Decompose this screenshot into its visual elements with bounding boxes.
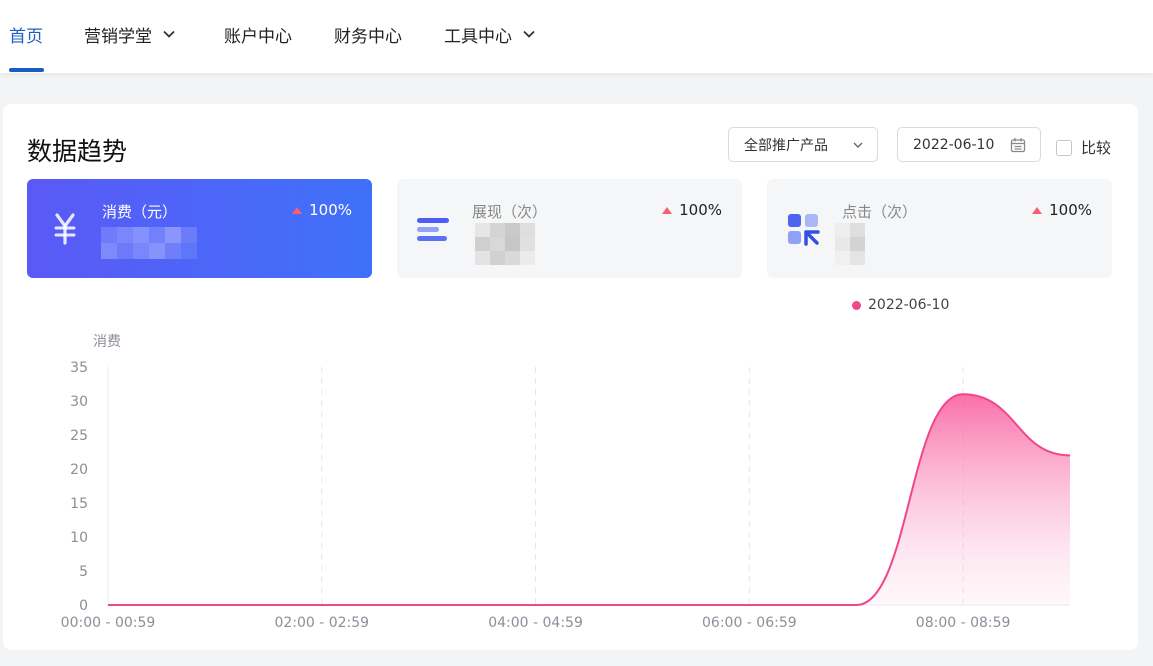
x-tick-label: 04:00 - 04:59 [488, 615, 583, 631]
y-tick-label: 5 [79, 564, 88, 580]
y-tick-label: 25 [70, 428, 88, 444]
x-axis-ticks: 00:00 - 00:59 02:00 - 02:59 04:00 - 04:59 0… [61, 615, 1011, 631]
y-tick-label: 15 [70, 496, 88, 512]
y-tick-label: 10 [70, 530, 88, 546]
x-tick-label: 02:00 - 02:59 [274, 615, 369, 631]
y-tick-label: 20 [70, 462, 88, 478]
spend-trend-chart: 消费 0 5 10 15 20 25 30 35 00:00 - 00:59 02:00 - 0… [61, 334, 1071, 631]
y-axis-label: 消费 [93, 334, 121, 350]
y-tick-label: 35 [70, 360, 88, 376]
x-tick-label: 00:00 - 00:59 [61, 615, 156, 631]
x-tick-label: 06:00 - 06:59 [702, 615, 797, 631]
series-area [108, 394, 1070, 605]
x-tick-label: 08:00 - 08:59 [916, 615, 1011, 631]
chart-grid [321, 367, 964, 605]
y-tick-label: 0 [79, 598, 88, 614]
y-tick-label: 30 [70, 394, 88, 410]
